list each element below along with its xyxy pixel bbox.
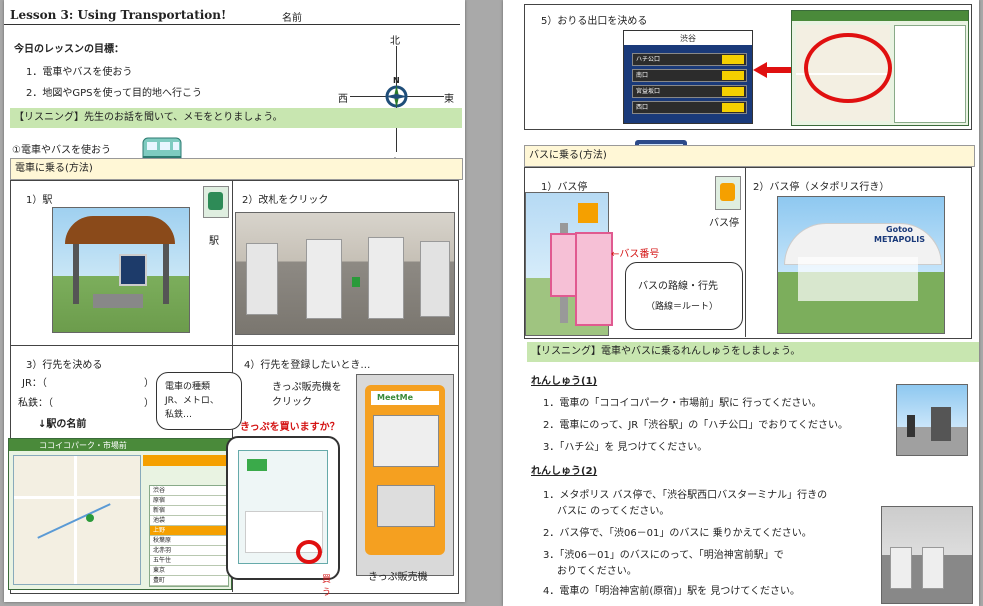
- goal-item-2: 2．地図やGPSを使って目的地へ行こう: [26, 88, 202, 99]
- station-name-note: ↓駅の名前: [38, 419, 87, 430]
- station-list-item[interactable]: 秋葉原: [150, 536, 228, 546]
- practice1-item-2: 2．電車にのって、JR「渋谷駅」の「ハチ公口」でおりてください。: [543, 420, 848, 431]
- practice2-item-2: 2．バス停で、「渋06－01」のバスに 乗りかえてください。: [543, 528, 812, 539]
- train-types-line-3: 私鉄…: [165, 410, 193, 420]
- exit-select-panel: 渋谷 ハチ公口 南口 宮益坂口 西口: [623, 30, 753, 124]
- private-rail-label: 私鉄：（: [18, 398, 53, 409]
- private-rail-close: ）: [144, 398, 154, 409]
- practice2-title: れんしゅう(2): [531, 466, 598, 477]
- practice1-item-3: 3．「ハチ公」を 見つけてください。: [543, 442, 708, 453]
- station-list-item[interactable]: 原宿: [150, 496, 228, 506]
- step4-desc-2: クリック: [272, 397, 312, 408]
- buy-label: 買う: [322, 575, 332, 598]
- station-list-item[interactable]: 豊町: [150, 576, 228, 586]
- buy-button-highlight[interactable]: [296, 540, 322, 564]
- step4-label: 4）行先を登録したいとき…: [244, 360, 371, 371]
- station-image: [52, 207, 190, 333]
- station-list-item[interactable]: 上野: [150, 526, 228, 536]
- worksheet-left-page: Lesson 3: Using Transportation! 名前 今日のレッ…: [4, 0, 465, 602]
- train-method-bar: 電車に乗る(方法): [10, 158, 463, 180]
- bus-method-bar: バスに乗る(方法): [524, 145, 975, 167]
- train-types-line-2: JR、メトロ、: [165, 396, 219, 406]
- exit-button[interactable]: ハチ公口: [632, 53, 747, 66]
- worksheet-right-page: 5）おりる出口を決める 渋谷 ハチ公口 南口 宮益坂口 西口 バスに乗る(方法)…: [503, 0, 979, 606]
- ticket-machine-label: きっぷ販売機: [368, 572, 428, 583]
- route-bubble-line-2: （路線＝ルート）: [646, 302, 719, 312]
- station-list-item[interactable]: 渋谷: [150, 486, 228, 496]
- lesson-title: Lesson 3: Using Transportation!: [10, 8, 227, 22]
- bus-step1-label: 1）バス停: [541, 182, 588, 193]
- bus-number-label: ←バス番号: [611, 249, 660, 260]
- name-label: 名前: [282, 13, 302, 24]
- shibuya-map-panel: [791, 10, 969, 126]
- exit-button[interactable]: 南口: [632, 69, 747, 82]
- ticket-machine-image[interactable]: MeetMe: [356, 374, 454, 576]
- exit-button[interactable]: 宮益坂口: [632, 85, 747, 98]
- jr-label: JR：（: [22, 378, 47, 389]
- route-bubble-line-1: バスの路線・行先: [638, 281, 718, 292]
- train-types-bubble: 電車の種類 JR、メトロ、 私鉄…: [156, 372, 242, 430]
- metapolis-logo: METAPOLIS: [874, 235, 925, 244]
- practice-listening-bar: 【リスニング】電車やバスに乗るれんしゅうをしましょう。: [527, 342, 979, 362]
- practice2-item-4: 4．電車の「明治神宮前(原宿)」駅を 見つけてください。: [543, 586, 801, 597]
- train-types-line-1: 電車の種類: [165, 382, 211, 392]
- step5-label: 5）おりる出口を決める: [541, 16, 648, 27]
- practice2-item-3a: 3．「渋06－01」のバスにのって、「明治神宮前駅」で: [543, 550, 784, 561]
- route-bubble: バスの路線・行先 （路線＝ルート）: [625, 262, 743, 330]
- exit-button[interactable]: 西口: [632, 101, 747, 114]
- compass: 北 西 東 南 N: [336, 28, 458, 169]
- practice1-item-1: 1．電車の「ココイコパーク・市場前」駅に 行ってください。: [543, 398, 822, 409]
- station-list-item[interactable]: 北赤羽: [150, 546, 228, 556]
- practice2-item-3b: おりてください。: [557, 566, 637, 577]
- bus-step2-label: 2）バス停（メタポリス行き）: [753, 182, 890, 193]
- station-icon: [203, 186, 229, 218]
- step1-label: 1）駅: [26, 195, 53, 206]
- compass-west: 西: [338, 94, 348, 105]
- compass-rose-icon: [385, 85, 408, 108]
- step2-label: 2）改札をクリック: [242, 195, 329, 206]
- meiji-station-image: [881, 506, 973, 604]
- compass-n-mark: N: [393, 76, 400, 85]
- station-list-item[interactable]: 新宿: [150, 506, 228, 516]
- metapolis-logo-top: Gotoo: [886, 225, 913, 234]
- listening-bar: 【リスニング】先生のお話を聞いて、メモをとりましょう。: [10, 108, 462, 128]
- exit-list-highlight: [804, 33, 892, 103]
- practice1-title: れんしゅう(1): [531, 376, 598, 387]
- step3-label: 3）行先を決める: [26, 360, 103, 371]
- route-map-panel: ココイコパーク・市場前 渋谷 原宿 新宿 池袋 上野 秋葉原 北赤羽 五午住 東…: [8, 438, 232, 590]
- ticket-gate-image: [235, 212, 455, 335]
- goal-item-1: 1．電車やバスを使おう: [26, 67, 133, 78]
- city-map[interactable]: [13, 455, 141, 585]
- practice2-item-1b: バスに のってください。: [557, 506, 670, 517]
- bus-number-sign: [575, 232, 613, 326]
- exit-panel-title: 渋谷: [680, 34, 696, 43]
- hachiko-image: [896, 384, 968, 456]
- section-use-train-bus: ①電車やバスを使おう: [12, 145, 111, 156]
- step4-desc-1: きっぷ販売機を: [272, 382, 342, 393]
- compass-east: 東: [444, 94, 454, 105]
- buy-ticket-question: きっぷを買いますか？: [240, 422, 340, 433]
- goals-title: 今日のレッスンの目標：: [14, 44, 124, 55]
- line-tab-bar[interactable]: [143, 455, 227, 466]
- compass-north: 北: [390, 36, 400, 47]
- station-list-item[interactable]: 池袋: [150, 516, 228, 526]
- jr-close: ）: [144, 378, 154, 389]
- station-side-label: 駅: [209, 236, 219, 247]
- metapolis-bus-stop-image: Gotoo METAPOLIS: [777, 196, 945, 334]
- station-list-item[interactable]: 五午住: [150, 556, 228, 566]
- buy-dialog-bubble: 買う: [226, 436, 340, 598]
- meetme-logo: MeetMe: [377, 393, 414, 402]
- bus-stop-icon: [715, 176, 741, 210]
- map-station-title: ココイコパーク・市場前: [39, 441, 127, 450]
- bus-stop-side-label: バス停: [709, 218, 739, 229]
- station-list[interactable]: 渋谷 原宿 新宿 池袋 上野 秋葉原 北赤羽 五午住 東京 豊町: [149, 485, 229, 587]
- practice2-item-1a: 1．メタポリス バス停で、「渋谷駅西口バスターミナル」行きの: [543, 490, 828, 501]
- title-rule: [4, 24, 460, 25]
- station-list-item[interactable]: 東京: [150, 566, 228, 576]
